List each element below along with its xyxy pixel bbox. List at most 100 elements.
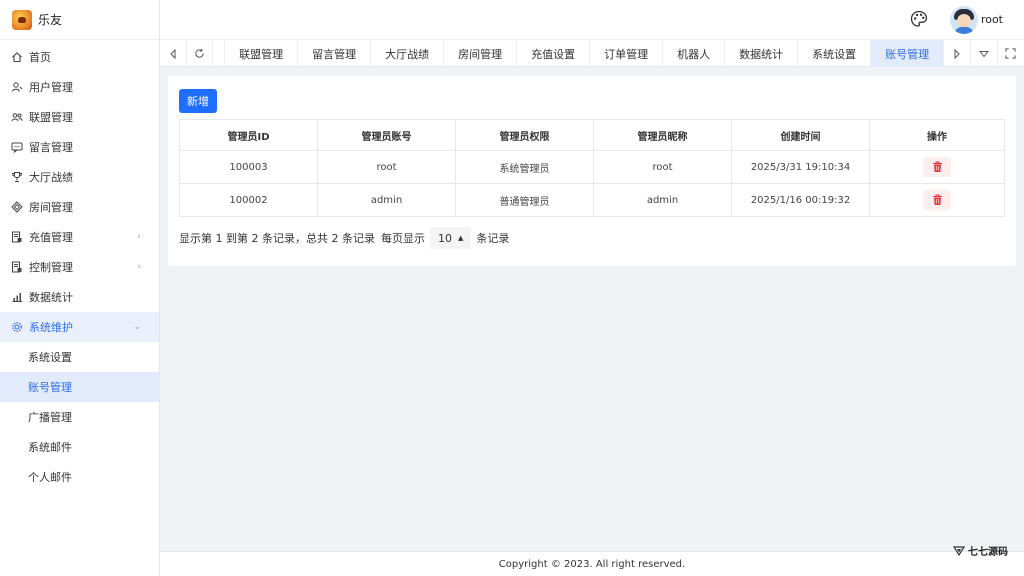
sidebar-item-label: 充值管理 (29, 231, 73, 244)
table-row: 100003 root 系统管理员 root 2025/3/31 19:10:3… (179, 150, 1005, 184)
scroll-right-button[interactable] (944, 40, 971, 67)
table-header-row: 管理员ID 管理员账号 管理员权限 管理员昵称 创建时间 操作 (179, 119, 1005, 151)
brand[interactable]: 乐友 (0, 0, 159, 40)
top-header: root (160, 0, 1024, 40)
tab-lobby-records[interactable]: 大厅战绩 (371, 40, 445, 67)
submenu-item-system-settings[interactable]: 系统设置 (0, 342, 159, 372)
refresh-icon (195, 48, 204, 58)
cell-account: admin (317, 183, 456, 217)
submenu-item-label: 个人邮件 (28, 471, 72, 484)
page-size-value: 10 (437, 231, 452, 245)
delete-button[interactable] (923, 190, 951, 210)
sidebar-item-lobby-records[interactable]: 大厅战绩 (0, 162, 159, 192)
tabs-bar: 联盟管理 留言管理 大厅战绩 房间管理 充值设置 订单管理 机器人 数据统计 系… (160, 40, 1024, 67)
table-row: 100002 admin 普通管理员 admin 2025/1/16 00:19… (179, 183, 1005, 217)
tabs-spacer (213, 40, 226, 66)
cell-role: 普通管理员 (455, 183, 594, 217)
watermark-text: 七七源码 (968, 547, 1008, 558)
chevron-left-icon: ‹ (137, 262, 141, 272)
copyright-text: Copyright © 2023. All right reserved. (498, 559, 686, 570)
trash-icon (932, 161, 942, 172)
tab-orders[interactable]: 订单管理 (590, 40, 664, 67)
pagination-summary: 显示第 1 到第 2 条记录，总共 2 条记录 (179, 232, 375, 245)
sidebar-item-control[interactable]: 控制管理 ‹ (0, 252, 159, 282)
cell-id: 100002 (179, 183, 318, 217)
brand-name: 乐友 (38, 13, 63, 27)
sidebar-menu: 首页 用户管理 联盟管理 留言管理 大厅战绩 房间管理 充值管理 ‹ 控制管理 … (0, 40, 159, 492)
cell-nickname: admin (593, 183, 732, 217)
tab-statistics[interactable]: 数据统计 (725, 40, 799, 67)
chevron-left-icon: ‹ (137, 232, 141, 242)
user-icon (11, 81, 23, 93)
sidebar-item-rooms[interactable]: 房间管理 (0, 192, 159, 222)
sidebar-item-alliance[interactable]: 联盟管理 (0, 102, 159, 132)
add-button[interactable]: 新增 (179, 89, 217, 113)
refresh-button[interactable] (187, 40, 214, 67)
gear-icon (11, 321, 23, 333)
column-header: 管理员账号 (317, 119, 456, 151)
sidebar-item-recharge[interactable]: 充值管理 ‹ (0, 222, 159, 252)
sidebar-item-messages[interactable]: 留言管理 (0, 132, 159, 162)
column-header: 管理员ID (179, 119, 318, 151)
delete-button[interactable] (923, 157, 951, 177)
message-icon (11, 141, 23, 153)
sidebar-item-label: 房间管理 (29, 201, 73, 214)
sidebar-item-label: 留言管理 (29, 141, 73, 154)
sidebar-item-system-maintenance[interactable]: 系统维护 ⌄ (0, 312, 159, 342)
avatar[interactable] (950, 6, 978, 34)
trophy-icon (11, 171, 23, 183)
submenu-item-personal-mail[interactable]: 个人邮件 (0, 462, 159, 492)
cell-id: 100003 (179, 150, 318, 184)
fullscreen-icon (1005, 48, 1016, 59)
pagination: 显示第 1 到第 2 条记录，总共 2 条记录 每页显示 10 ▲ 条记录 (179, 227, 509, 249)
tab-rooms[interactable]: 房间管理 (444, 40, 518, 67)
sidebar-item-home[interactable]: 首页 (0, 42, 159, 72)
cell-created: 2025/1/16 00:19:32 (731, 183, 870, 217)
watermark-logo-icon (953, 545, 965, 556)
submenu-item-broadcast[interactable]: 广播管理 (0, 402, 159, 432)
caret-down-icon (978, 50, 989, 57)
submenu-item-system-mail[interactable]: 系统邮件 (0, 432, 159, 462)
sidebar-item-statistics[interactable]: 数据统计 (0, 282, 159, 312)
sidebar-item-label: 系统维护 (29, 321, 73, 334)
sidebar-item-label: 联盟管理 (29, 111, 73, 124)
tab-messages[interactable]: 留言管理 (298, 40, 372, 67)
submenu-item-label: 账号管理 (28, 381, 72, 394)
tab-alliance[interactable]: 联盟管理 (225, 40, 299, 67)
sidebar-item-users[interactable]: 用户管理 (0, 72, 159, 102)
fullscreen-button[interactable] (998, 40, 1024, 67)
sidebar-item-label: 首页 (29, 51, 51, 64)
tab-recharge-settings[interactable]: 充值设置 (517, 40, 591, 67)
admin-table: 管理员ID 管理员账号 管理员权限 管理员昵称 创建时间 操作 100003 r… (179, 119, 1005, 217)
watermark: 七七源码 (953, 543, 1008, 558)
column-header: 管理员权限 (455, 119, 594, 151)
column-header: 管理员昵称 (593, 119, 732, 151)
page-size-select[interactable]: 10 ▲ (429, 227, 472, 249)
tab-robots[interactable]: 机器人 (663, 40, 726, 67)
caret-right-icon (954, 48, 960, 59)
tab-system-settings[interactable]: 系统设置 (798, 40, 872, 67)
sidebar: 乐友 首页 用户管理 联盟管理 留言管理 大厅战绩 房间管理 充值管理 ‹ 控制… (0, 0, 160, 576)
home-icon (11, 51, 23, 63)
scroll-left-button[interactable] (160, 40, 187, 67)
chevron-down-icon: ⌄ (133, 322, 141, 332)
submenu-item-label: 系统邮件 (28, 441, 72, 454)
palette-icon[interactable] (910, 10, 928, 28)
tabs-menu-button[interactable] (971, 40, 998, 67)
column-header: 创建时间 (731, 119, 870, 151)
sidebar-item-label: 控制管理 (29, 261, 73, 274)
submenu-item-account-management[interactable]: 账号管理 (0, 372, 159, 402)
cell-created: 2025/3/31 19:10:34 (731, 150, 870, 184)
cell-role: 系统管理员 (455, 150, 594, 184)
footer: Copyright © 2023. All right reserved. (160, 551, 1024, 576)
trash-icon (932, 194, 942, 205)
sidebar-item-label: 数据统计 (29, 291, 73, 304)
chart-icon (11, 291, 23, 303)
cell-actions (869, 150, 1005, 184)
tab-account-management[interactable]: 账号管理 (871, 40, 945, 67)
caret-up-icon: ▲ (457, 234, 464, 242)
username[interactable]: root (981, 13, 1003, 26)
sidebar-item-label: 大厅战绩 (29, 171, 73, 184)
records-label: 条记录 (476, 232, 510, 245)
content-card: 新增 管理员ID 管理员账号 管理员权限 管理员昵称 创建时间 操作 10000… (168, 76, 1016, 266)
